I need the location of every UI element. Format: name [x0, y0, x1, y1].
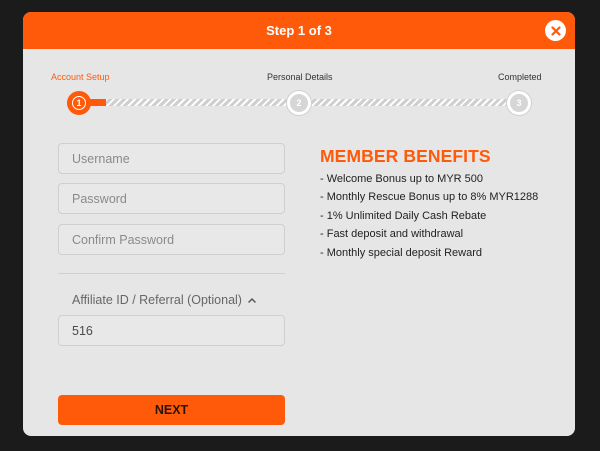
next-button[interactable]: NEXT — [58, 395, 285, 425]
modal-header: Step 1 of 3 — [23, 12, 575, 49]
password-input[interactable] — [58, 183, 285, 214]
affiliate-toggle-label: Affiliate ID / Referral (Optional) — [72, 293, 242, 307]
benefit-item: - Welcome Bonus up to MYR 500 — [320, 173, 484, 185]
close-icon — [550, 25, 561, 36]
step-2-indicator: 2 — [287, 91, 311, 115]
step-1-indicator: 1 — [67, 91, 91, 115]
registration-modal: Step 1 of 3 Account Setup Personal Detai… — [23, 12, 575, 436]
step-progress: Account Setup Personal Details Completed… — [23, 49, 575, 119]
form-divider — [58, 273, 285, 274]
benefits-list: - Welcome Bonus up to MYR 500 - Monthly … — [320, 170, 538, 262]
benefit-item: - Monthly Rescue Bonus up to 8% MYR1288 — [320, 191, 539, 204]
step-2-number: 2 — [296, 98, 302, 108]
step-label-account-setup: Account Setup — [51, 72, 110, 82]
chevron-up-icon — [248, 297, 256, 303]
username-input[interactable] — [58, 143, 285, 174]
step-label-personal-details: Personal Details — [267, 72, 333, 82]
step-1-number: 1 — [72, 96, 86, 110]
modal-title: Step 1 of 3 — [266, 23, 332, 38]
benefits-title: MEMBER BENEFITS — [320, 146, 491, 166]
step-3-indicator: 3 — [507, 91, 531, 115]
close-button[interactable] — [545, 20, 566, 41]
step-label-completed: Completed — [498, 72, 542, 82]
step-3-number: 3 — [516, 98, 522, 108]
benefit-item: - 1% Unlimited Daily Cash Rebate — [320, 209, 487, 222]
affiliate-id-input[interactable] — [58, 315, 285, 346]
confirm-password-input[interactable] — [58, 224, 285, 255]
affiliate-toggle[interactable]: Affiliate ID / Referral (Optional) — [72, 293, 256, 307]
benefit-item: - Monthly special deposit Reward — [320, 246, 483, 259]
benefit-item: - Fast deposit and withdrawal — [320, 228, 464, 241]
